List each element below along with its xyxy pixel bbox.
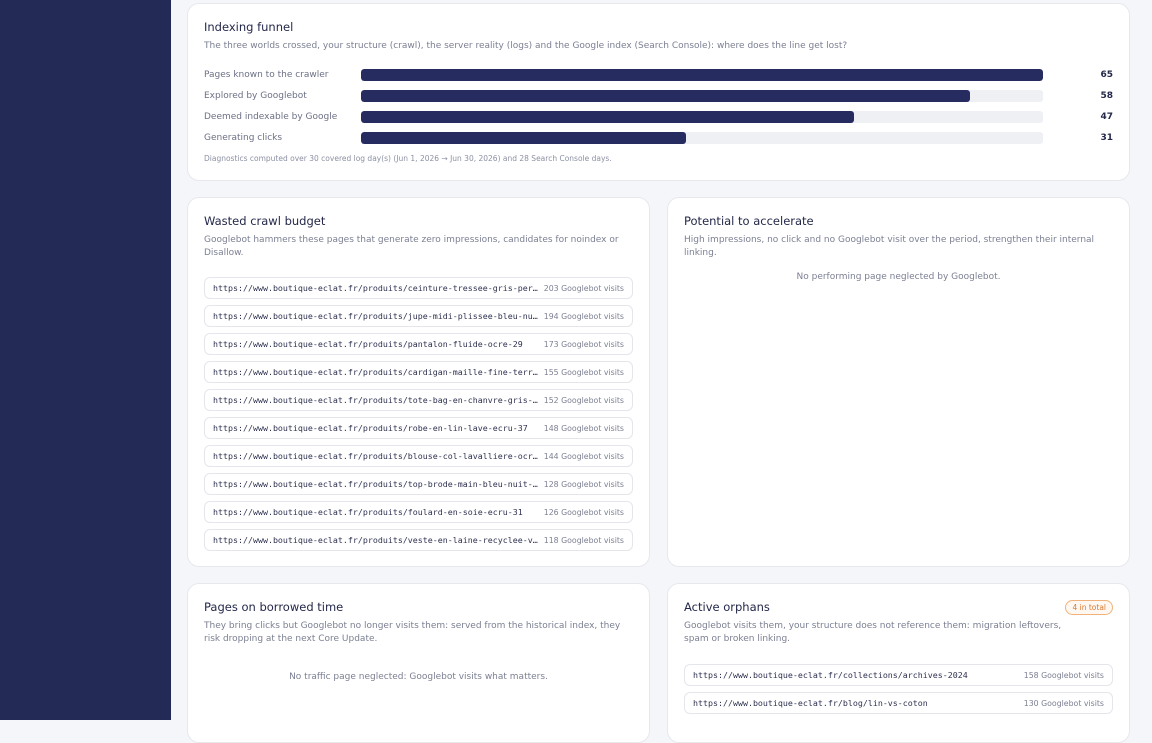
empty-state-message: No traffic page neglected: Googlebot vis…	[289, 672, 548, 682]
funnel-label: Generating clicks	[204, 133, 283, 143]
funnel-bar-fill	[361, 132, 687, 144]
potential-to-accelerate-title: Potential to accelerate	[684, 214, 814, 228]
orphan-url-list: https://www.boutique-eclat.fr/collection…	[684, 664, 1113, 720]
url-link[interactable]: https://www.boutique-eclat.fr/produits/t…	[213, 395, 538, 405]
funnel-row-indexable: Deemed indexable by Google 47	[204, 111, 1113, 123]
funnel-label: Deemed indexable by Google	[204, 112, 338, 122]
url-link[interactable]: https://www.boutique-eclat.fr/produits/c…	[213, 367, 538, 377]
url-link[interactable]: https://www.boutique-eclat.fr/produits/c…	[213, 283, 538, 293]
funnel-bar-fill	[361, 90, 970, 102]
visit-count: 155 Googlebot visits	[543, 367, 624, 377]
url-link[interactable]: https://www.boutique-eclat.fr/produits/b…	[213, 451, 538, 461]
indexing-funnel-description: The three worlds crossed, your structure…	[204, 41, 848, 51]
url-link[interactable]: https://www.boutique-eclat.fr/produits/v…	[213, 535, 538, 545]
list-item[interactable]: https://www.boutique-eclat.fr/produits/c…	[204, 277, 633, 299]
visit-count: 194 Googlebot visits	[543, 311, 624, 321]
funnel-label: Explored by Googlebot	[204, 91, 307, 101]
list-item[interactable]: https://www.boutique-eclat.fr/produits/r…	[204, 417, 633, 439]
funnel-value: 47	[1100, 112, 1113, 122]
potential-to-accelerate-card: Potential to accelerate High impressions…	[667, 197, 1130, 567]
url-link[interactable]: https://www.boutique-eclat.fr/produits/f…	[213, 507, 538, 517]
main-content: Indexing funnel The three worlds crossed…	[171, 0, 1152, 743]
pages-on-borrowed-time-title: Pages on borrowed time	[204, 600, 344, 614]
visit-count: 118 Googlebot visits	[543, 535, 624, 545]
indexing-funnel-title: Indexing funnel	[204, 20, 294, 34]
visit-count: 158 Googlebot visits	[1023, 670, 1104, 680]
wasted-crawl-budget-card: Wasted crawl budget Googlebot hammers th…	[187, 197, 650, 567]
pages-on-borrowed-time-card: Pages on borrowed time They bring clicks…	[187, 583, 650, 743]
funnel-bar-track	[361, 90, 1043, 102]
url-link[interactable]: https://www.boutique-eclat.fr/collection…	[693, 670, 1018, 680]
list-item[interactable]: https://www.boutique-eclat.fr/produits/t…	[204, 473, 633, 495]
active-orphans-title: Active orphans	[684, 600, 770, 614]
funnel-bar-track	[361, 132, 1043, 144]
list-item[interactable]: https://www.boutique-eclat.fr/blog/lin-v…	[684, 692, 1113, 714]
visit-count: 126 Googlebot visits	[543, 507, 624, 517]
funnel-diagnostics-note: Diagnostics computed over 30 covered log…	[204, 154, 612, 163]
pages-on-borrowed-time-description: They bring clicks but Googlebot no longe…	[204, 621, 621, 644]
list-item[interactable]: https://www.boutique-eclat.fr/produits/j…	[204, 305, 633, 327]
wasted-url-list: https://www.boutique-eclat.fr/produits/c…	[204, 277, 633, 557]
indexing-funnel-card: Indexing funnel The three worlds crossed…	[187, 3, 1130, 181]
visit-count: 152 Googlebot visits	[543, 395, 624, 405]
list-item[interactable]: https://www.boutique-eclat.fr/collection…	[684, 664, 1113, 686]
funnel-row-known: Pages known to the crawler 65	[204, 69, 1113, 81]
funnel-value: 58	[1100, 91, 1113, 101]
list-item[interactable]: https://www.boutique-eclat.fr/produits/p…	[204, 333, 633, 355]
list-item[interactable]: https://www.boutique-eclat.fr/produits/t…	[204, 389, 633, 411]
funnel-value: 31	[1100, 133, 1113, 143]
url-link[interactable]: https://www.boutique-eclat.fr/produits/p…	[213, 339, 538, 349]
total-count-badge: 4 in total	[1065, 600, 1113, 615]
list-item[interactable]: https://www.boutique-eclat.fr/produits/b…	[204, 445, 633, 467]
funnel-bar-fill	[361, 111, 855, 123]
visit-count: 144 Googlebot visits	[543, 451, 624, 461]
list-item[interactable]: https://www.boutique-eclat.fr/produits/c…	[204, 361, 633, 383]
funnel-value: 65	[1100, 70, 1113, 80]
visit-count: 148 Googlebot visits	[543, 423, 624, 433]
url-link[interactable]: https://www.boutique-eclat.fr/produits/j…	[213, 311, 538, 321]
visit-count: 128 Googlebot visits	[543, 479, 624, 489]
sidebar	[0, 0, 171, 720]
wasted-crawl-budget-title: Wasted crawl budget	[204, 214, 326, 228]
potential-to-accelerate-description: High impressions, no click and no Google…	[684, 235, 1095, 258]
funnel-bar-track	[361, 69, 1043, 81]
visit-count: 130 Googlebot visits	[1023, 698, 1104, 708]
url-link[interactable]: https://www.boutique-eclat.fr/produits/t…	[213, 479, 538, 489]
active-orphans-card: Active orphans 4 in total Googlebot visi…	[667, 583, 1130, 743]
funnel-row-clicks: Generating clicks 31	[204, 132, 1113, 144]
funnel-bar-track	[361, 111, 1043, 123]
empty-state-message: No performing page neglected by Googlebo…	[796, 272, 1001, 282]
funnel-row-explored: Explored by Googlebot 58	[204, 90, 1113, 102]
list-item[interactable]: https://www.boutique-eclat.fr/produits/v…	[204, 529, 633, 551]
list-item[interactable]: https://www.boutique-eclat.fr/produits/f…	[204, 501, 633, 523]
visit-count: 173 Googlebot visits	[543, 339, 624, 349]
url-link[interactable]: https://www.boutique-eclat.fr/produits/r…	[213, 423, 538, 433]
wasted-crawl-budget-description: Googlebot hammers these pages that gener…	[204, 235, 619, 258]
funnel-bar-fill	[361, 69, 1043, 81]
visit-count: 203 Googlebot visits	[543, 283, 624, 293]
url-link[interactable]: https://www.boutique-eclat.fr/blog/lin-v…	[693, 698, 1018, 708]
funnel-label: Pages known to the crawler	[204, 70, 329, 80]
active-orphans-description: Googlebot visits them, your structure do…	[684, 621, 1062, 644]
